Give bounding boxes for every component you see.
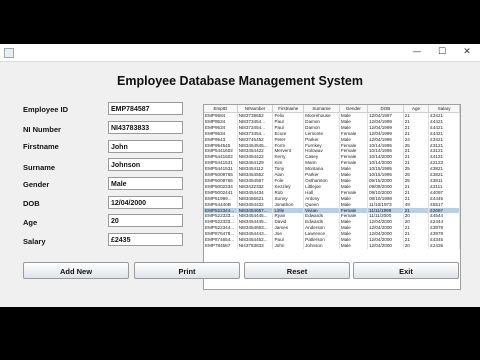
table-cell: EMP5002441	[204, 189, 238, 196]
column-header[interactable]: NINumber	[237, 105, 274, 113]
table-cell: EMP5009765	[204, 177, 238, 184]
close-button[interactable]: ✕	[455, 45, 479, 59]
label-dob: DOB	[23, 199, 40, 208]
firstname-field[interactable]: John	[108, 140, 183, 153]
exit-button[interactable]: Exit	[353, 262, 459, 279]
add-new-button[interactable]: Add New	[23, 262, 129, 279]
label-age: Age	[23, 218, 38, 227]
table-cell: EMP784587	[204, 242, 238, 249]
print-button[interactable]: Print	[134, 262, 240, 279]
column-header[interactable]: Gender	[339, 105, 368, 113]
column-header[interactable]: Surname	[303, 105, 340, 113]
ni-number-field[interactable]: NI43783833	[108, 121, 183, 134]
label-surname: Surname	[23, 163, 56, 172]
title-bar: — ☐ ✕	[0, 44, 480, 62]
salary-field[interactable]: £2435	[108, 233, 183, 246]
table-cell: 12/04/2000	[367, 242, 404, 249]
table-cell: NI43783833	[237, 242, 274, 249]
table-row[interactable]: EMP784587 NI43783833 John Johnson Male 12/04/…	[204, 242, 460, 249]
surname-field[interactable]: Johnson	[108, 158, 183, 171]
column-header[interactable]: DOB	[367, 105, 404, 113]
page-title: Employee Database Management System	[117, 74, 363, 88]
reset-button[interactable]: Reset	[244, 262, 350, 279]
label-ni-number: NI Number	[23, 125, 61, 134]
column-header[interactable]: Firstname	[272, 105, 305, 113]
label-firstname: Firstname	[23, 142, 59, 151]
employee-id-field[interactable]: EMP784587	[108, 102, 183, 115]
table-cell: 20	[403, 242, 430, 249]
minimize-button[interactable]: —	[405, 45, 429, 59]
column-header[interactable]: EmpID	[204, 105, 238, 113]
label-employee-id: Employee ID	[23, 105, 69, 114]
label-gender: Gender	[23, 180, 50, 189]
table-cell: Johnson	[303, 242, 340, 249]
table-body: EMP9584 NI83739652 Felix Moorehouse Male 12/0…	[204, 112, 460, 249]
app-window: — ☐ ✕ Employee Database Management Syste…	[0, 44, 480, 307]
gender-field[interactable]: Male	[108, 177, 183, 190]
age-field[interactable]: 20	[108, 214, 183, 227]
table-cell: £2435	[428, 242, 460, 249]
table-header-row: EmpID NINumber Firstname Surname Gender …	[204, 105, 460, 113]
column-header[interactable]: Salary	[428, 105, 460, 113]
maximize-button[interactable]: ☐	[430, 45, 454, 59]
app-icon	[4, 48, 14, 58]
column-header[interactable]: Age	[403, 105, 430, 113]
dob-field[interactable]: 12/04/2000	[108, 196, 183, 209]
table-cell: Male	[339, 242, 368, 249]
label-salary: Salary	[23, 237, 46, 246]
table-cell: EMP5002334	[204, 183, 238, 190]
table-cell: John	[272, 242, 305, 249]
